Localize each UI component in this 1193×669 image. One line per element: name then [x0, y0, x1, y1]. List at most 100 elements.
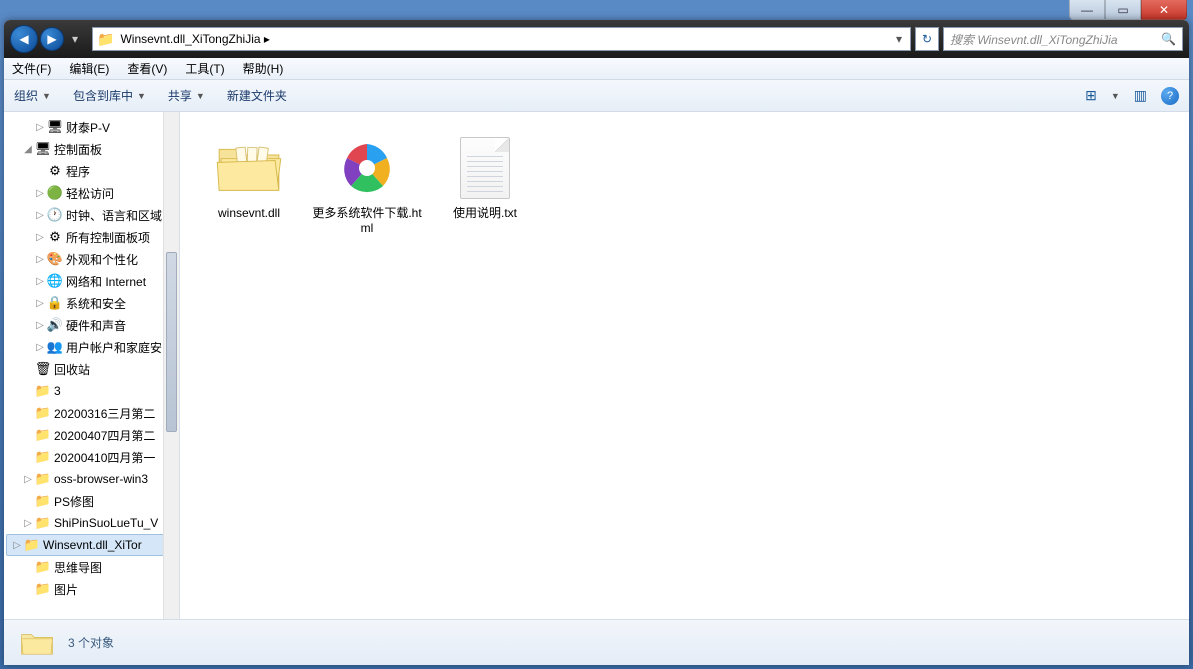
tree-item[interactable]: ▷📁Winsevnt.dll_XiTor	[6, 534, 177, 556]
expander-icon[interactable]: ▷	[22, 474, 34, 485]
tree-icon: 🗑	[34, 361, 52, 377]
expander-icon[interactable]: ▷	[34, 254, 46, 265]
tree-item[interactable]: ▷📁oss-browser-win3	[4, 468, 179, 490]
tree-item[interactable]: ▷🖥财泰P-V	[4, 116, 179, 138]
tree-label: 20200407四月第二	[54, 427, 155, 444]
tree-item[interactable]: ▷🎨外观和个性化	[4, 248, 179, 270]
explorer-window: ◀ ▶ ▾ 📁 Winsevnt.dll_XiTongZhiJia ▸ ▾ ↻ …	[4, 20, 1189, 665]
tree-item[interactable]: 📁思维导图	[4, 556, 179, 578]
tree-icon: 🎨	[46, 251, 64, 267]
tree-item[interactable]: ▷📁ShiPinSuoLueTu_V	[4, 512, 179, 534]
search-icon[interactable]: 🔍	[1161, 32, 1176, 46]
status-bar: 3 个对象	[4, 619, 1189, 665]
history-dropdown[interactable]: ▾	[68, 32, 82, 46]
expander-icon[interactable]: ▷	[11, 540, 23, 551]
html-icon	[331, 132, 403, 204]
expander-icon[interactable]: ▷	[34, 210, 46, 221]
tree-item[interactable]: 📁图片	[4, 578, 179, 600]
address-dropdown[interactable]: ▾	[892, 32, 906, 46]
tree-icon: 🖥	[46, 119, 64, 135]
file-item[interactable]: 使用说明.txt	[430, 126, 540, 246]
menu-file[interactable]: 文件(F)	[12, 60, 51, 77]
tree-icon: 🖥	[34, 141, 52, 157]
expander-icon[interactable]: ▷	[22, 518, 34, 529]
tree-label: Winsevnt.dll_XiTor	[43, 538, 142, 552]
file-item[interactable]: winsevnt.dll	[194, 126, 304, 246]
tree-item[interactable]: ▷🟢轻松访问	[4, 182, 179, 204]
back-button[interactable]: ◀	[10, 25, 38, 53]
menu-view[interactable]: 查看(V)	[127, 60, 167, 77]
tree-item[interactable]: ▷🕐时钟、语言和区域	[4, 204, 179, 226]
forward-button[interactable]: ▶	[40, 27, 64, 51]
tree-icon: ⚙	[46, 229, 64, 245]
maximize-button[interactable]: ▭	[1105, 0, 1141, 20]
address-bar[interactable]: 📁 Winsevnt.dll_XiTongZhiJia ▸ ▾	[92, 27, 911, 51]
help-button[interactable]: ?	[1161, 87, 1179, 105]
minimize-button[interactable]: —	[1069, 0, 1105, 20]
tree-item[interactable]: ▷🌐网络和 Internet	[4, 270, 179, 292]
tree-item[interactable]: ▷🔒系统和安全	[4, 292, 179, 314]
expander-icon[interactable]: ▷	[34, 232, 46, 243]
tree-label: ShiPinSuoLueTu_V	[54, 516, 158, 530]
status-folder-icon	[20, 629, 54, 657]
tree-item[interactable]: 🗑回收站	[4, 358, 179, 380]
file-label: winsevnt.dll	[218, 206, 280, 221]
tree-item[interactable]: 📁20200407四月第二	[4, 424, 179, 446]
window-controls: — ▭ ✕	[1069, 0, 1187, 20]
sidebar-scrollbar[interactable]	[163, 112, 179, 619]
tree-item[interactable]: ◢🖥控制面板	[4, 138, 179, 160]
tree-label: 图片	[54, 581, 78, 598]
file-item[interactable]: 更多系统软件下载.html	[312, 126, 422, 246]
tree-icon: 🌐	[46, 273, 64, 289]
navigation-tree[interactable]: ▷🖥财泰P-V◢🖥控制面板⚙程序▷🟢轻松访问▷🕐时钟、语言和区域▷⚙所有控制面板…	[4, 112, 180, 619]
share-button[interactable]: 共享▼	[168, 87, 205, 104]
organize-button[interactable]: 组织▼	[14, 87, 51, 104]
expander-icon[interactable]: ◢	[22, 144, 34, 155]
txt-icon	[449, 132, 521, 204]
expander-icon[interactable]: ▷	[34, 188, 46, 199]
tree-label: 20200410四月第一	[54, 449, 155, 466]
expander-icon[interactable]: ▷	[34, 122, 46, 133]
close-button[interactable]: ✕	[1141, 0, 1187, 20]
tree-label: 财泰P-V	[66, 119, 110, 136]
expander-icon[interactable]: ▷	[34, 298, 46, 309]
menu-tools[interactable]: 工具(T)	[185, 60, 224, 77]
view-mode-button[interactable]: ⊞	[1085, 87, 1097, 104]
new-folder-button[interactable]: 新建文件夹	[227, 87, 287, 104]
tree-icon: 📁	[34, 449, 52, 465]
tree-icon: 📁	[34, 581, 52, 597]
refresh-button[interactable]: ↻	[915, 27, 939, 51]
scrollbar-thumb[interactable]	[166, 252, 177, 432]
folder-icon	[213, 132, 285, 204]
preview-pane-button[interactable]: ▥	[1134, 87, 1147, 104]
expander-icon[interactable]: ▷	[34, 320, 46, 331]
expander-icon[interactable]: ▷	[34, 342, 46, 353]
expander-icon[interactable]: ▷	[34, 276, 46, 287]
tree-icon: 🟢	[46, 185, 64, 201]
tree-item[interactable]: 📁20200410四月第一	[4, 446, 179, 468]
tree-label: 所有控制面板项	[66, 229, 150, 246]
tree-label: 3	[54, 384, 61, 398]
tree-label: 网络和 Internet	[66, 273, 146, 290]
tree-item[interactable]: 📁3	[4, 380, 179, 402]
file-list[interactable]: winsevnt.dll 更多系统软件下载.html使用说明.txt	[180, 112, 1189, 619]
tree-label: PS修图	[54, 493, 94, 510]
tree-label: 系统和安全	[66, 295, 126, 312]
tree-icon: 📁	[34, 427, 52, 443]
include-button[interactable]: 包含到库中▼	[73, 87, 146, 104]
tree-item[interactable]: 📁20200316三月第二	[4, 402, 179, 424]
menu-bar: 文件(F) 编辑(E) 查看(V) 工具(T) 帮助(H)	[4, 58, 1189, 80]
tree-item[interactable]: ▷⚙所有控制面板项	[4, 226, 179, 248]
tree-item[interactable]: 📁PS修图	[4, 490, 179, 512]
tree-label: 硬件和声音	[66, 317, 126, 334]
tree-icon: 👥	[46, 339, 64, 355]
search-input[interactable]: 搜索 Winsevnt.dll_XiTongZhiJia 🔍	[943, 27, 1183, 51]
menu-edit[interactable]: 编辑(E)	[69, 60, 109, 77]
tree-label: 回收站	[54, 361, 90, 378]
address-text: Winsevnt.dll_XiTongZhiJia ▸	[120, 32, 886, 46]
menu-help[interactable]: 帮助(H)	[243, 60, 284, 77]
tree-label: oss-browser-win3	[54, 472, 148, 486]
tree-item[interactable]: ▷👥用户帐户和家庭安	[4, 336, 179, 358]
tree-item[interactable]: ▷🔊硬件和声音	[4, 314, 179, 336]
tree-item[interactable]: ⚙程序	[4, 160, 179, 182]
